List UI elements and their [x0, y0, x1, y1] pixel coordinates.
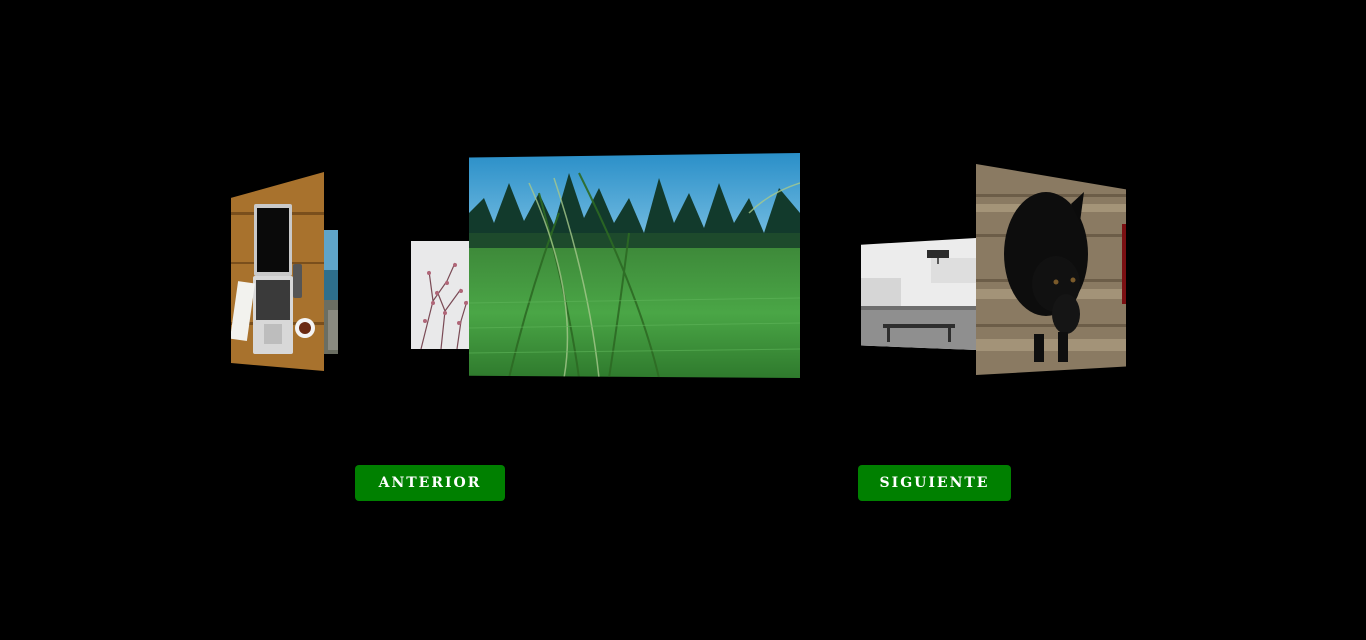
pink-branches-photo [411, 241, 469, 349]
black-dog-photo [976, 164, 1126, 375]
white-wall-bench-photo [861, 238, 976, 350]
slide-grass-field[interactable] [469, 153, 800, 378]
grass-field-photo [469, 153, 800, 378]
slide-pink-branches[interactable] [411, 241, 469, 349]
next-button[interactable]: SIGUIENTE [858, 465, 1011, 501]
slide-sea-rocks[interactable] [322, 230, 338, 354]
slide-white-wall-bench[interactable] [861, 238, 976, 350]
sea-rocks-photo [322, 230, 338, 354]
carousel-stage: ANTERIOR SIGUIENTE [0, 0, 1366, 640]
laptop-desk-photo [231, 172, 324, 371]
prev-button[interactable]: ANTERIOR [355, 465, 505, 501]
slide-laptop-desk[interactable] [231, 172, 324, 371]
slide-black-dog[interactable] [976, 164, 1126, 375]
